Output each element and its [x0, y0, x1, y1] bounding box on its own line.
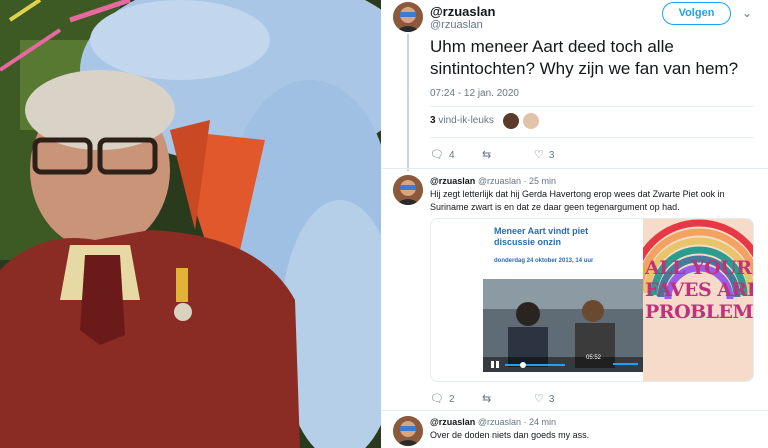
reply-header: @rzuaslan @rzuaslan · 24 min: [430, 417, 557, 427]
like-count: 3: [548, 394, 555, 405]
reply-icon: 🗨: [430, 149, 444, 161]
reply-header: @rzuaslan @rzuaslan · 25 min: [430, 176, 557, 186]
display-name[interactable]: @rzuaslan: [430, 417, 475, 427]
article-title: Meneer Aart vindt piet discussie onzin: [494, 226, 589, 247]
divider: [381, 168, 768, 169]
reply-count: 2: [448, 394, 455, 405]
retweet-button[interactable]: ⇆: [482, 392, 496, 405]
avatar[interactable]: [393, 2, 423, 32]
retweet-button[interactable]: ⇆: [482, 148, 496, 161]
likes-label: vind-ik-leuks: [438, 115, 494, 126]
liker-avatar[interactable]: [503, 113, 519, 129]
reply-time[interactable]: 24 min: [529, 417, 556, 427]
likes-count: 3: [430, 115, 436, 126]
reply-time[interactable]: 25 min: [529, 176, 556, 186]
user-handle[interactable]: @rzuaslan: [430, 19, 483, 31]
reply-button[interactable]: 🗨 4: [430, 148, 455, 161]
meme-text: ALL YOUR FAVES ARE PROBLEMATI: [645, 257, 754, 323]
tweet-timestamp[interactable]: 07:24 - 12 jan. 2020: [430, 88, 519, 99]
user-handle[interactable]: @rzuaslan: [478, 417, 521, 427]
like-count: 3: [548, 150, 555, 161]
reply-text: Over de doden niets dan goeds my ass.: [430, 430, 590, 440]
like-button[interactable]: ♡ 3: [534, 392, 554, 405]
display-name[interactable]: @rzuaslan: [430, 176, 475, 186]
heart-icon: ♡: [534, 393, 544, 405]
reply-button[interactable]: 🗨 2: [430, 392, 455, 405]
reply-count: 4: [448, 150, 455, 161]
likes-summary[interactable]: 3 vind-ik-leuks: [430, 115, 494, 126]
reply-text: Hij zegt letterlijk dat hij Gerda Havert…: [430, 189, 725, 212]
reply-media[interactable]: Meneer Aart vindt piet discussie onzin d…: [430, 218, 754, 382]
tweet-text: Uhm meneer Aart deed toch alle sintintoc…: [430, 37, 739, 78]
follow-button[interactable]: Volgen: [662, 2, 731, 25]
like-button[interactable]: ♡ 3: [534, 148, 554, 161]
display-name[interactable]: @rzuaslan: [430, 4, 495, 19]
meme-image[interactable]: ALL YOUR FAVES ARE PROBLEMATI: [643, 219, 754, 381]
tweet-panel: @rzuaslan @rzuaslan Volgen ⌄ Uhm meneer …: [381, 0, 768, 448]
divider: [430, 137, 754, 138]
avatar[interactable]: [393, 175, 423, 205]
avatar[interactable]: [393, 416, 423, 446]
retweet-icon: ⇆: [482, 393, 492, 405]
divider: [381, 410, 768, 411]
article-date: donderdag 24 oktober 2013, 14 uur: [494, 258, 594, 264]
video-player[interactable]: 05:52: [483, 279, 643, 372]
liker-avatar[interactable]: [523, 113, 539, 129]
heart-icon: ♡: [534, 149, 544, 161]
retweet-icon: ⇆: [482, 149, 492, 161]
tweet-photo: [0, 0, 381, 448]
chevron-down-icon[interactable]: ⌄: [742, 6, 752, 20]
thread-line: [407, 34, 409, 171]
divider: [430, 106, 754, 107]
video-timestamp: 05:52: [586, 355, 602, 361]
reply-icon: 🗨: [430, 393, 444, 405]
user-handle[interactable]: @rzuaslan: [478, 176, 521, 186]
